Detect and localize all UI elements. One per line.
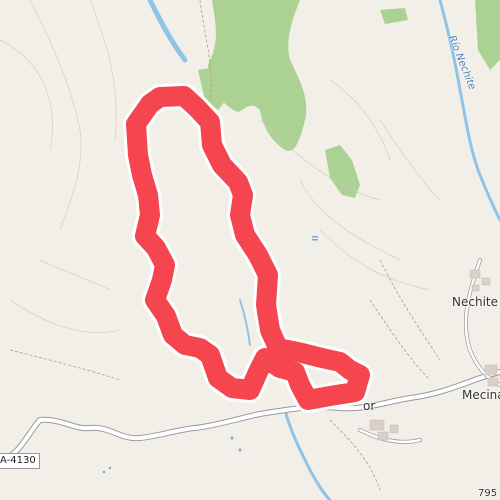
river-lower [283,408,332,500]
forest-patch [325,145,360,198]
forest-patch [475,0,500,70]
forest-patch [380,8,408,24]
map-view[interactable]: Nechite Mecina or 795 Río Nechite A-4130 [0,0,500,500]
place-label-partial-town: or [363,399,376,413]
place-label-partial-number: 795 [478,488,498,499]
river-mid [239,299,251,346]
road-shield-a4130: A-4130 [0,453,40,469]
river-main [147,0,188,63]
map-layer [0,0,500,500]
forest-areas [198,0,500,198]
place-label-mecina: Mecina [462,388,500,402]
route[interactable] [123,83,373,413]
place-label-nechite: Nechite [452,295,498,309]
